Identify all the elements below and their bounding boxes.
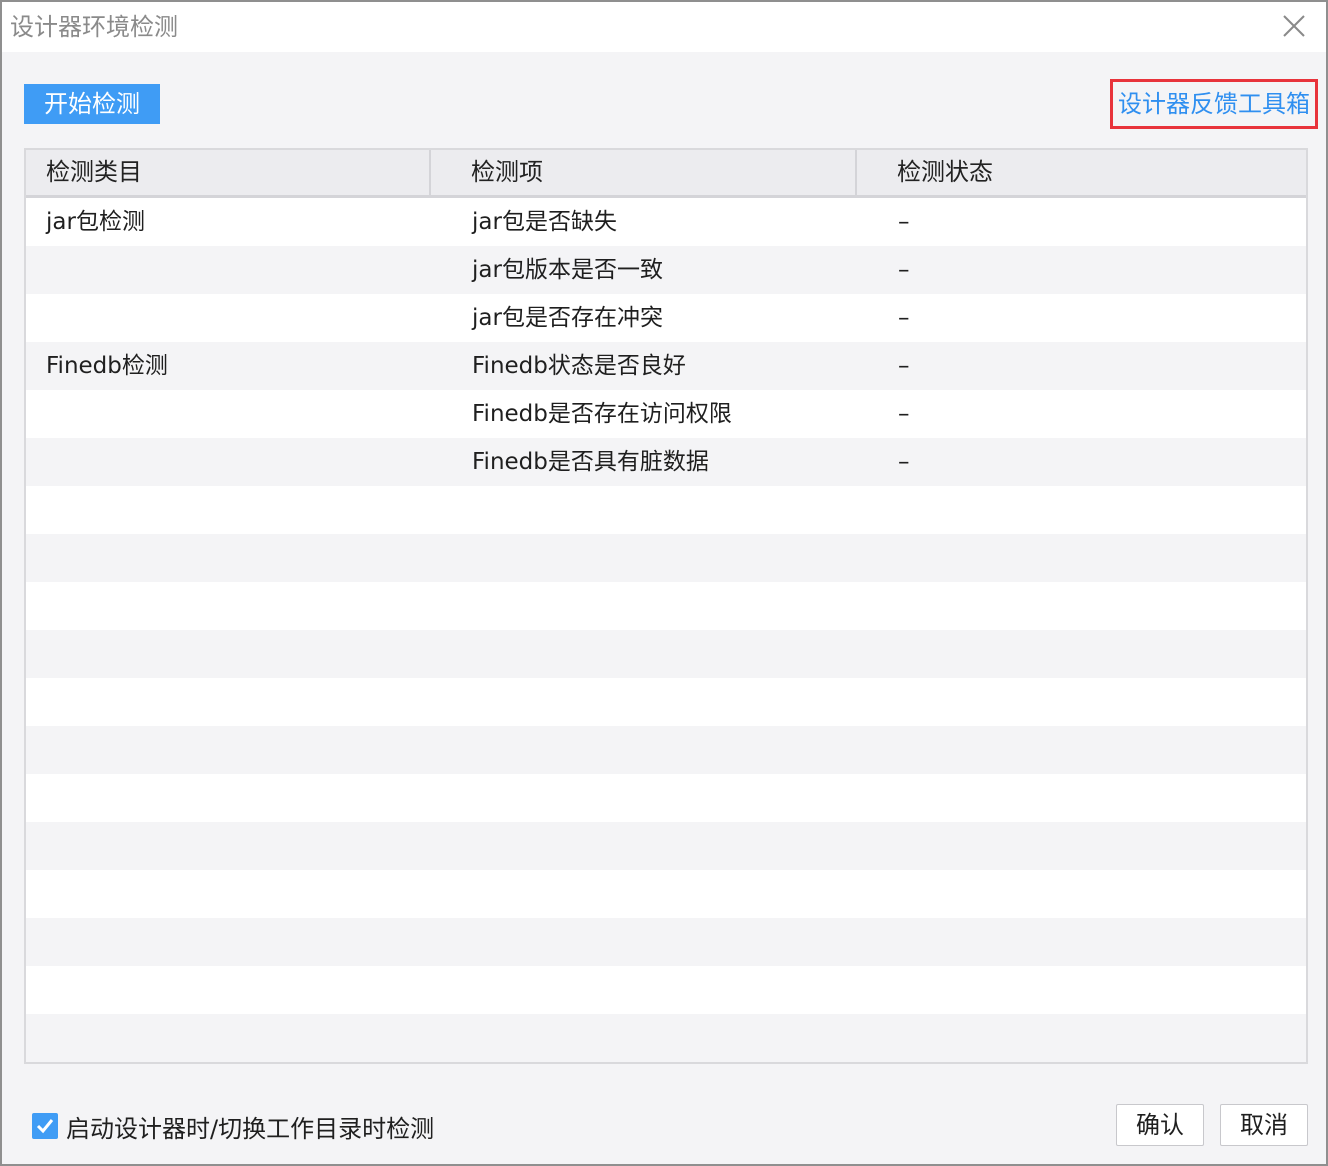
close-icon bbox=[1283, 15, 1305, 37]
empty-row bbox=[26, 534, 1306, 582]
empty-row bbox=[26, 1014, 1306, 1062]
header-item: 检测项 bbox=[431, 150, 857, 195]
table-row[interactable]: Finedb检测 Finedb状态是否良好 – bbox=[26, 342, 1306, 390]
empty-row bbox=[26, 678, 1306, 726]
title-bar: 设计器环境检测 bbox=[2, 2, 1326, 52]
startup-check-checkbox[interactable]: 启动设计器时/切换工作目录时检测 bbox=[32, 1110, 435, 1143]
cell-item: Finedb是否存在访问权限 bbox=[472, 401, 732, 427]
confirm-button[interactable]: 确认 bbox=[1116, 1104, 1204, 1146]
cancel-button[interactable]: 取消 bbox=[1220, 1104, 1308, 1146]
env-check-dialog: 设计器环境检测 开始检测 设计器反馈工具箱 检测类目 检测项 检测状态 jar包… bbox=[0, 0, 1328, 1166]
cell-status: – bbox=[898, 449, 910, 475]
cell-item: jar包是否存在冲突 bbox=[472, 305, 663, 331]
cell-item: jar包是否缺失 bbox=[472, 209, 617, 235]
empty-row bbox=[26, 822, 1306, 870]
header-status: 检测状态 bbox=[897, 158, 993, 186]
checkbox-label: 启动设计器时/切换工作目录时检测 bbox=[66, 1114, 435, 1143]
cell-status: – bbox=[898, 305, 910, 331]
table-row[interactable]: jar包版本是否一致 – bbox=[26, 246, 1306, 294]
cell-item: jar包版本是否一致 bbox=[472, 257, 663, 283]
table-row[interactable]: Finedb是否具有脏数据 – bbox=[26, 438, 1306, 486]
table-body: jar包检测 jar包是否缺失 – jar包版本是否一致 – jar包是否存在冲… bbox=[26, 198, 1306, 1062]
cell-item: Finedb是否具有脏数据 bbox=[472, 449, 709, 475]
feedback-toolbox-link[interactable]: 设计器反馈工具箱 bbox=[1110, 79, 1318, 129]
empty-row bbox=[26, 726, 1306, 774]
cell-status: – bbox=[898, 401, 910, 427]
cell-category: jar包检测 bbox=[46, 209, 145, 235]
checkbox-checked[interactable] bbox=[32, 1113, 58, 1139]
table-header: 检测类目 检测项 检测状态 bbox=[26, 150, 1306, 198]
cell-status: – bbox=[898, 257, 910, 283]
dialog-title: 设计器环境检测 bbox=[10, 13, 178, 41]
empty-row bbox=[26, 486, 1306, 534]
check-table: 检测类目 检测项 检测状态 jar包检测 jar包是否缺失 – jar包版本是否… bbox=[24, 148, 1308, 1064]
cell-category: Finedb检测 bbox=[46, 353, 168, 379]
start-check-button[interactable]: 开始检测 bbox=[24, 84, 160, 124]
table-row[interactable]: jar包是否存在冲突 – bbox=[26, 294, 1306, 342]
header-category: 检测类目 bbox=[26, 150, 431, 195]
cell-status: – bbox=[898, 209, 910, 235]
cell-status: – bbox=[898, 353, 910, 379]
empty-row bbox=[26, 582, 1306, 630]
table-row[interactable]: Finedb是否存在访问权限 – bbox=[26, 390, 1306, 438]
cell-item: Finedb状态是否良好 bbox=[472, 353, 686, 379]
table-row[interactable]: jar包检测 jar包是否缺失 – bbox=[26, 198, 1306, 246]
close-button[interactable] bbox=[1280, 12, 1308, 40]
empty-row bbox=[26, 918, 1306, 966]
empty-row bbox=[26, 870, 1306, 918]
empty-row bbox=[26, 630, 1306, 678]
checkmark-icon bbox=[36, 1119, 54, 1134]
empty-row bbox=[26, 774, 1306, 822]
empty-row bbox=[26, 966, 1306, 1014]
